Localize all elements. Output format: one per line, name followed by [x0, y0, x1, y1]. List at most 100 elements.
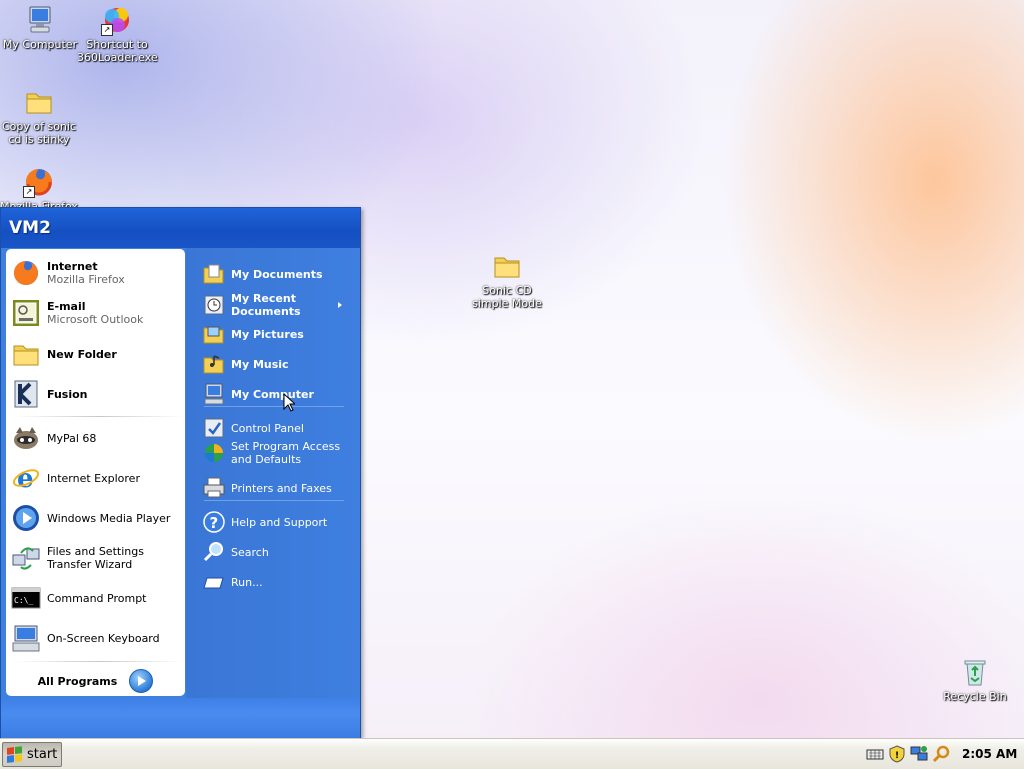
pinned-title: E-mail	[47, 300, 86, 313]
setting-printers-faxes[interactable]: Printers and Faxes	[202, 476, 352, 500]
setting-label: Control Panel	[231, 421, 304, 435]
svg-text:!: !	[895, 751, 899, 761]
windows-logo-icon	[7, 745, 23, 764]
recent-label: Command Prompt	[47, 591, 147, 605]
mypal-raccoon-icon	[11, 423, 41, 453]
tool-label: Run...	[231, 575, 263, 589]
separator	[14, 661, 184, 662]
folder-icon	[491, 250, 523, 282]
desktop-icon-copy-of-sonic-cd[interactable]: Copy of sonic cd is stinky	[0, 86, 79, 146]
tool-help-support[interactable]: ? Help and Support	[202, 510, 352, 534]
recycle-bin-icon	[959, 656, 991, 688]
control-panel-icon	[202, 416, 226, 440]
transfer-wizard-icon	[11, 543, 41, 573]
programs-pane: Internet Mozilla Firefox E-mail Microsoft …	[6, 249, 185, 696]
desktop-icon-label: Shortcut to 360Loader.exe	[77, 38, 158, 64]
clock[interactable]: 2:05 AM	[962, 747, 1017, 761]
pinned-title: Internet	[47, 260, 98, 273]
submenu-arrow-icon	[338, 302, 342, 308]
recent-label: MyPal 68	[47, 431, 97, 445]
recent-label: Internet Explorer	[47, 471, 140, 485]
recent-label: Files and Settings Transfer Wizard	[47, 545, 144, 571]
all-programs-label: All Programs	[37, 674, 118, 688]
start-menu: VM2 Internet Mozilla Firefox E-mail Micros…	[0, 207, 361, 739]
security-shield-icon[interactable]: !	[888, 745, 906, 763]
pinned-title: Fusion	[47, 387, 88, 401]
keyboard-icon	[11, 623, 41, 653]
system-tray: ! 2:05 AM	[860, 739, 1024, 769]
place-label: My Music	[231, 357, 289, 371]
pinned-fusion[interactable]: Fusion	[11, 379, 183, 409]
all-programs-button[interactable]: All Programs	[6, 667, 185, 695]
tool-search[interactable]: Search	[202, 540, 352, 564]
colorful-app-icon: ↗	[101, 4, 133, 36]
help-icon: ?	[202, 510, 226, 534]
tool-label: Help and Support	[231, 515, 328, 529]
place-my-pictures[interactable]: My Pictures	[202, 322, 352, 346]
recent-windows-media-player[interactable]: Windows Media Player	[11, 503, 183, 533]
computer-icon	[24, 4, 56, 36]
start-menu-header: VM2	[1, 208, 360, 248]
place-label: My Documents	[231, 267, 323, 281]
fusion-icon	[11, 379, 41, 409]
desktop-icon-label: Copy of sonic cd is stinky	[1, 120, 77, 146]
recent-mypal[interactable]: MyPal 68	[11, 423, 183, 453]
tool-run[interactable]: Run...	[202, 570, 352, 594]
pinned-title: New Folder	[47, 347, 117, 361]
setting-label: Printers and Faxes	[231, 481, 332, 495]
command-prompt-icon: C:\_	[11, 583, 41, 613]
place-my-recent-documents[interactable]: My Recent Documents	[202, 292, 352, 318]
recent-label: On-Screen Keyboard	[47, 631, 160, 645]
music-folder-icon	[202, 352, 226, 376]
network-connection-icon[interactable]	[910, 745, 928, 763]
pictures-folder-icon	[202, 322, 226, 346]
desktop-icon-my-computer[interactable]: My Computer	[0, 4, 80, 51]
place-my-music[interactable]: My Music	[202, 352, 352, 376]
folder-icon	[11, 339, 41, 369]
outlook-icon	[11, 298, 41, 328]
start-label: start	[27, 747, 58, 762]
separator	[204, 500, 344, 501]
shortcut-arrow-icon: ↗	[101, 24, 113, 36]
place-my-computer[interactable]: My Computer	[202, 382, 352, 406]
keyboard-icon[interactable]	[866, 745, 884, 763]
recent-on-screen-keyboard[interactable]: On-Screen Keyboard	[11, 623, 183, 653]
folder-icon	[23, 86, 55, 118]
start-menu-body: Internet Mozilla Firefox E-mail Microsoft …	[1, 248, 360, 698]
recent-internet-explorer[interactable]: e Internet Explorer	[11, 463, 183, 494]
pinned-internet[interactable]: Internet Mozilla Firefox	[11, 258, 183, 288]
start-button[interactable]: start	[2, 742, 62, 767]
internet-explorer-icon: e	[11, 463, 41, 494]
desktop-icon-label: Recycle Bin	[943, 690, 1007, 703]
place-my-documents[interactable]: My Documents	[202, 262, 352, 286]
setting-control-panel[interactable]: Control Panel	[202, 416, 352, 440]
recent-label: Windows Media Player	[47, 511, 171, 525]
svg-text:e: e	[17, 464, 34, 493]
places-pane: My Documents My Recent Documents My Pict…	[186, 248, 360, 698]
run-icon	[202, 570, 226, 594]
search-icon	[202, 540, 226, 564]
place-label: My Pictures	[231, 327, 304, 341]
desktop-icon-label: My Computer	[2, 38, 78, 51]
program-access-icon	[202, 441, 226, 465]
setting-program-access[interactable]: Set Program Access and Defaults	[202, 440, 352, 466]
shortcut-arrow-icon: ↗	[23, 186, 35, 198]
recent-files-settings-transfer[interactable]: Files and Settings Transfer Wizard	[11, 543, 183, 573]
arrow-right-icon	[129, 669, 154, 693]
setting-label: Set Program Access and Defaults	[231, 440, 341, 466]
printer-icon	[202, 476, 226, 500]
separator	[204, 406, 344, 407]
taskbar: start ! 2:05 AM	[0, 738, 1024, 769]
firefox-icon	[11, 258, 41, 288]
pinned-subtitle: Mozilla Firefox	[47, 273, 125, 286]
start-menu-footer	[1, 698, 360, 738]
desktop-icon-mozilla-firefox[interactable]: ↗ Mozilla Firefox	[0, 166, 79, 213]
svg-text:?: ?	[210, 514, 219, 532]
search-magnifier-icon[interactable]	[932, 745, 950, 763]
pinned-new-folder[interactable]: New Folder	[11, 339, 183, 369]
pinned-email[interactable]: E-mail Microsoft Outlook	[11, 298, 183, 328]
desktop-icon-sonic-cd-simple-mode[interactable]: Sonic CD simple Mode	[467, 250, 547, 310]
desktop-icon-360loader-shortcut[interactable]: ↗ Shortcut to 360Loader.exe	[77, 4, 158, 64]
desktop-icon-recycle-bin[interactable]: Recycle Bin	[935, 656, 1015, 703]
recent-command-prompt[interactable]: C:\_ Command Prompt	[11, 583, 183, 613]
